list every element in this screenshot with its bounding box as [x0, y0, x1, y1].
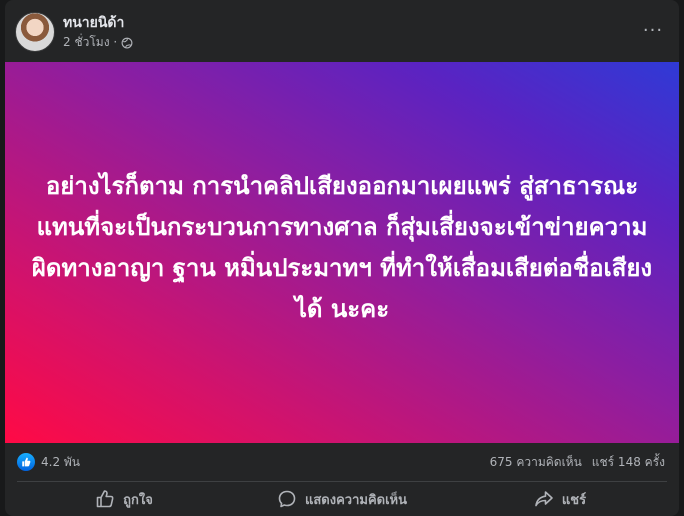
thumbs-up-icon [17, 453, 35, 471]
post-header: ทนายนิด้า 2 ชั่วโมง · ··· [5, 0, 679, 62]
post-card: ทนายนิด้า 2 ชั่วโมง · ··· อย่างไรก็ตาม ก… [5, 0, 679, 516]
globe-icon [121, 37, 133, 48]
share-button[interactable]: แชร์ [451, 484, 669, 514]
comment-icon [278, 490, 296, 508]
share-icon [535, 491, 553, 507]
post-meta: 2 ชั่วโมง · [63, 33, 133, 52]
like-button[interactable]: ถูกใจ [15, 484, 233, 514]
author-name[interactable]: ทนายนิด้า [63, 12, 124, 34]
post-stats: 4.2 พัน 675 ความคิดเห็น แชร์ 148 ครั้ง [5, 443, 679, 481]
post-actions: ถูกใจ แสดงความคิดเห็น แชร์ [5, 482, 679, 516]
comment-count[interactable]: 675 ความคิดเห็น [490, 453, 582, 472]
more-icon[interactable]: ··· [641, 20, 665, 41]
like-label: ถูกใจ [123, 492, 153, 508]
engagement-counts: 675 ความคิดเห็น แชร์ 148 ครั้ง [490, 453, 665, 472]
comment-label: แสดงความคิดเห็น [304, 492, 407, 508]
post-background-banner: อย่างไรก็ตาม การนำคลิปเสียงออกมาเผยแพร่ … [5, 62, 679, 443]
comment-button[interactable]: แสดงความคิดเห็น [233, 484, 451, 514]
reactions-summary[interactable]: 4.2 พัน [17, 453, 80, 472]
thumbs-up-icon [96, 490, 114, 508]
post-time[interactable]: 2 ชั่วโมง · [63, 33, 117, 52]
reaction-count: 4.2 พัน [41, 454, 81, 469]
author-avatar[interactable] [15, 12, 55, 52]
post-text: อย่างไรก็ตาม การนำคลิปเสียงออกมาเผยแพร่ … [31, 171, 653, 323]
share-label: แชร์ [561, 492, 587, 508]
share-count[interactable]: แชร์ 148 ครั้ง [592, 453, 665, 472]
